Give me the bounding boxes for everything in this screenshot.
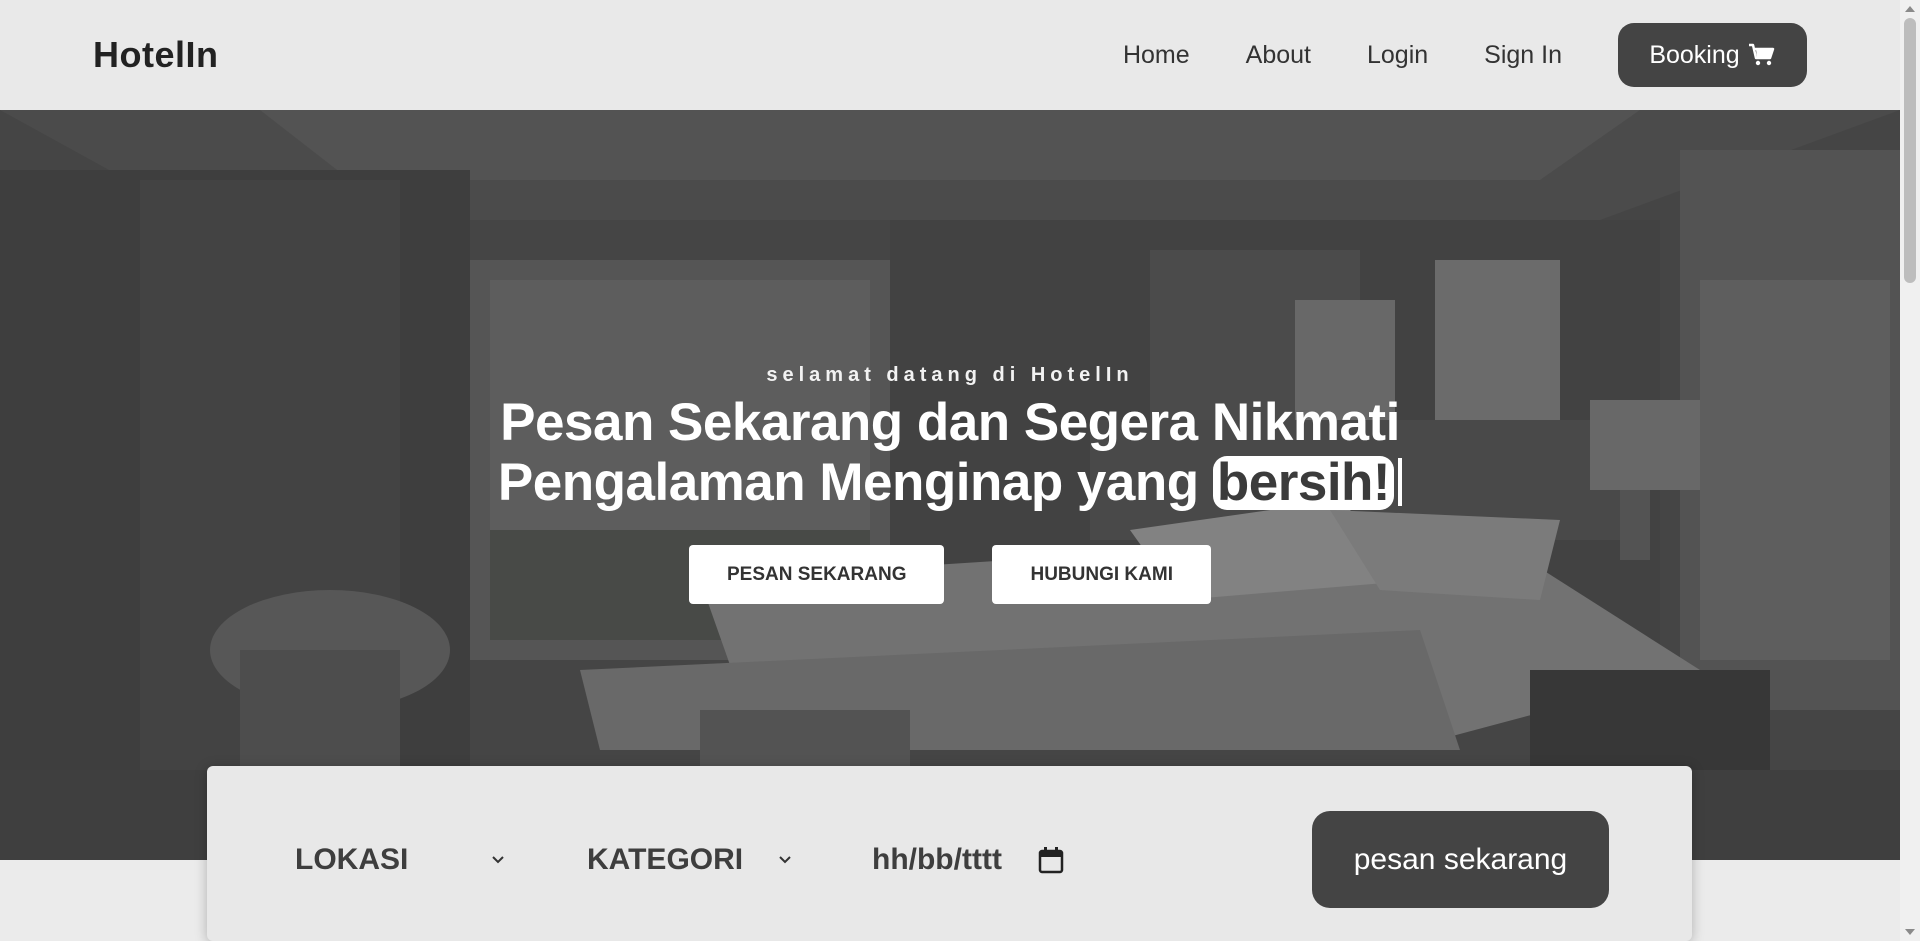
hero-buttons: PESAN SEKARANG HUBUNGI KAMI — [0, 545, 1900, 604]
calendar-icon[interactable] — [1038, 846, 1064, 874]
hero-subtitle: selamat datang di HotelIn — [766, 364, 1134, 386]
contact-us-button[interactable]: HUBUNGI KAMI — [992, 545, 1211, 604]
typing-caret — [1398, 458, 1403, 506]
scrollbar[interactable] — [1900, 0, 1920, 941]
location-select-label: LOKASI — [295, 842, 409, 876]
hero-title: Pesan Sekarang dan Segera Nikmati Pengal… — [0, 393, 1900, 513]
hero-title-line1: Pesan Sekarang dan Segera Nikmati — [500, 393, 1400, 452]
booking-label: Booking — [1649, 40, 1740, 69]
category-select-label: KATEGORI — [587, 842, 744, 876]
location-select[interactable]: LOKASI — [295, 811, 505, 908]
category-select[interactable]: KATEGORI — [587, 811, 792, 908]
booking-search-bar: LOKASI KATEGORI hh/bb/tttt pesan sekaran… — [207, 766, 1692, 941]
order-now-button[interactable]: PESAN SEKARANG — [689, 545, 945, 604]
chevron-down-icon — [779, 855, 791, 863]
navbar: HotelIn Home About Login Sign In Booking — [0, 0, 1900, 110]
site-logo[interactable]: HotelIn — [93, 34, 219, 76]
hero-highlight-word: bersih! — [1212, 456, 1395, 510]
hero-title-line2: Pengalaman Menginap yang — [497, 453, 1199, 512]
date-input-placeholder: hh/bb/tttt — [872, 842, 1002, 876]
submit-order-button[interactable]: pesan sekarang — [1312, 811, 1609, 908]
date-input[interactable]: hh/bb/tttt — [872, 811, 1064, 908]
nav-link-sign-in[interactable]: Sign In — [1484, 41, 1562, 70]
nav-links: Home About Login Sign In Booking — [1123, 23, 1807, 87]
hero-section: selamat datang di HotelIn Pesan Sekarang… — [0, 110, 1900, 860]
nav-link-home[interactable]: Home — [1123, 41, 1190, 70]
cart-icon — [1748, 43, 1774, 66]
scroll-down-arrow-icon[interactable] — [1905, 929, 1915, 935]
scroll-thumb[interactable] — [1904, 18, 1916, 283]
hero-content: selamat datang di HotelIn Pesan Sekarang… — [0, 364, 1900, 604]
chevron-down-icon — [492, 855, 504, 863]
scroll-up-arrow-icon[interactable] — [1905, 6, 1915, 12]
nav-link-login[interactable]: Login — [1367, 41, 1428, 70]
nav-link-about[interactable]: About — [1246, 41, 1311, 70]
booking-button[interactable]: Booking — [1618, 23, 1807, 87]
